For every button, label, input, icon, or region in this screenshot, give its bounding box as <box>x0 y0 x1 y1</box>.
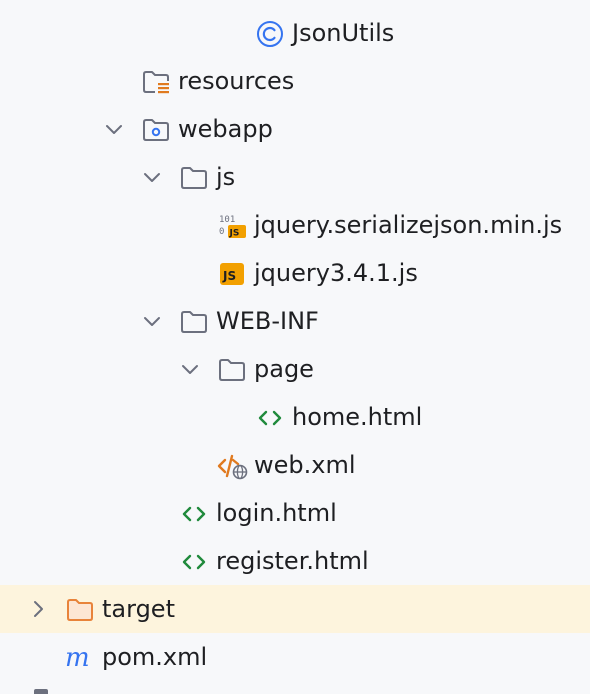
tree-item-label: page <box>254 355 314 383</box>
tree-item-pom-xml[interactable]: m pom.xml <box>0 633 590 681</box>
chevron-right-icon[interactable] <box>26 597 50 621</box>
svg-text:101: 101 <box>219 215 235 225</box>
tree-item-resources[interactable]: resources <box>0 57 590 105</box>
tree-item-label: pom.xml <box>102 643 208 671</box>
class-icon <box>256 20 284 48</box>
tree-item-label: WEB-INF <box>216 307 319 335</box>
tree-item-label: target <box>102 595 175 623</box>
web-folder-icon <box>142 116 170 144</box>
html-file-icon <box>256 404 284 432</box>
javascript-file-icon: JS <box>218 260 246 288</box>
tree-item-label: JsonUtils <box>292 19 395 47</box>
tree-item-page[interactable]: page <box>0 345 590 393</box>
tree-item-label: login.html <box>216 499 337 527</box>
resources-folder-icon <box>142 68 170 96</box>
tree-item-label: web.xml <box>254 451 356 479</box>
next-item-icon <box>34 689 48 694</box>
tree-item-login-html[interactable]: login.html <box>0 489 590 537</box>
chevron-down-icon[interactable] <box>140 309 164 333</box>
tree-item-target[interactable]: target <box>0 585 590 633</box>
folder-icon <box>180 308 208 336</box>
folder-icon <box>218 356 246 384</box>
tree-item-webapp[interactable]: webapp <box>0 105 590 153</box>
tree-item-label: home.html <box>292 403 423 431</box>
tree-item-web-inf[interactable]: WEB-INF <box>0 297 590 345</box>
tree-item-label: jquery3.4.1.js <box>254 259 418 287</box>
maven-file-icon: m <box>64 643 92 673</box>
svg-text:JS: JS <box>229 229 240 239</box>
svg-text:0: 0 <box>219 227 224 237</box>
tree-item-home-html[interactable]: home.html <box>0 393 590 441</box>
svg-text:m: m <box>65 644 90 672</box>
web-xml-icon <box>216 452 248 480</box>
tree-item-label: resources <box>178 67 295 95</box>
folder-icon <box>180 164 208 192</box>
chevron-down-icon[interactable] <box>102 117 126 141</box>
html-file-icon <box>180 500 208 528</box>
chevron-down-icon[interactable] <box>178 357 202 381</box>
chevron-down-icon[interactable] <box>140 165 164 189</box>
svg-text:JS: JS <box>222 269 236 283</box>
html-file-icon <box>180 548 208 576</box>
tree-item-web-xml[interactable]: web.xml <box>0 441 590 489</box>
project-tree: JsonUtils resources webapp js 101 0 JS j… <box>0 0 590 694</box>
tree-item-jsonutils[interactable]: JsonUtils <box>0 9 590 57</box>
tree-item-label: webapp <box>178 115 273 143</box>
tree-item-label: register.html <box>216 547 369 575</box>
tree-item-js[interactable]: js <box>0 153 590 201</box>
excluded-folder-icon <box>66 596 94 624</box>
minified-js-icon: 101 0 JS <box>218 212 246 240</box>
tree-item-label: js <box>216 163 236 191</box>
tree-item-register-html[interactable]: register.html <box>0 537 590 585</box>
tree-item-jquery3[interactable]: JS jquery3.4.1.js <box>0 249 590 297</box>
tree-item-label: jquery.serializejson.min.js <box>254 211 563 239</box>
tree-item-jquery-serializejson[interactable]: 101 0 JS jquery.serializejson.min.js <box>0 201 590 249</box>
